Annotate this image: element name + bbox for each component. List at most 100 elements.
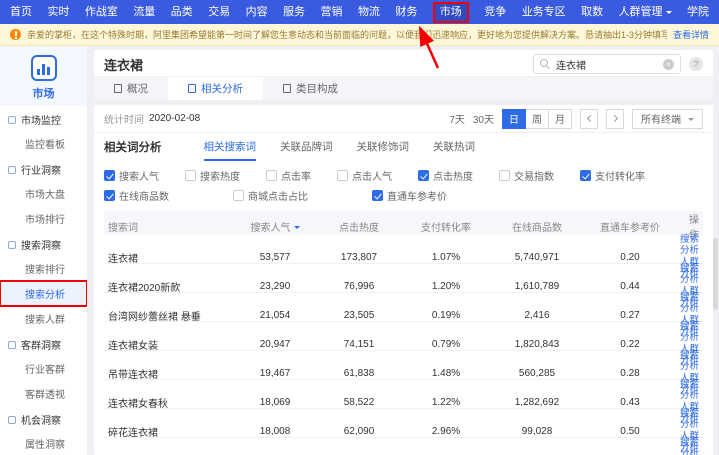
period-day-button[interactable]: 日 xyxy=(502,109,526,129)
header-pay-conversion[interactable]: 支付转化率 xyxy=(402,219,490,234)
cell-pay-conversion: 2.96% xyxy=(402,426,490,437)
sidebar-item-crowd-perspective[interactable]: 客群透视 xyxy=(0,381,87,406)
nav-item-data-fetch[interactable]: 取数 xyxy=(581,0,603,24)
cell-search-term[interactable]: 连衣裙 xyxy=(104,250,234,265)
sidebar-item-industry-crowd[interactable]: 行业客群 xyxy=(0,356,87,381)
nav-item-finance[interactable]: 财务 xyxy=(395,0,417,24)
nav-item-marketing[interactable]: 营销 xyxy=(321,0,343,24)
table-row: 台湾网纱蕾丝裙 悬垂 21,054 23,505 0.19% 2,416 0.2… xyxy=(104,293,703,322)
subtab-related-search-words[interactable]: 相关搜索词 xyxy=(204,133,257,161)
sidebar-group-industry-insight[interactable]: 行业洞察 xyxy=(0,156,87,181)
sidebar-group-market-monitor[interactable]: 市场监控 xyxy=(0,106,87,131)
row-search-analysis-link[interactable]: 搜索分析 xyxy=(680,380,699,402)
filter-click-heat[interactable]: 点击热度 xyxy=(418,168,473,183)
sort-desc-icon xyxy=(294,226,300,232)
row-search-analysis-link[interactable]: 搜索分析 xyxy=(680,351,699,373)
help-icon[interactable]: ? xyxy=(689,57,703,71)
sidebar-item-search-analysis[interactable]: 搜索分析 xyxy=(0,281,87,306)
filter-trade-index[interactable]: 交易指数 xyxy=(499,168,554,183)
terminal-dropdown[interactable]: 所有终端 xyxy=(632,109,703,129)
filter-click-popularity[interactable]: 点击人气 xyxy=(337,168,392,183)
filter-pay-conversion[interactable]: 支付转化率 xyxy=(580,168,645,183)
nav-item-trade[interactable]: 交易 xyxy=(208,0,230,24)
filter-search-popularity[interactable]: 搜索人气 xyxy=(104,168,159,183)
keyword-search-input[interactable] xyxy=(556,59,658,70)
nav-item-realtime[interactable]: 实时 xyxy=(47,0,69,24)
cell-ztc-price: 0.43 xyxy=(584,397,676,408)
nav-item-content[interactable]: 内容 xyxy=(246,0,268,24)
row-search-analysis-link[interactable]: 搜索分析 xyxy=(680,264,699,286)
sidebar-item-attribute-insight[interactable]: 属性洞察 xyxy=(0,431,87,455)
prev-date-button[interactable] xyxy=(580,109,598,129)
sidebar-group-opportunity-insight[interactable]: 机会洞察 xyxy=(0,406,87,431)
row-search-analysis-link[interactable]: 搜索分析 xyxy=(680,235,699,257)
checkbox-icon[interactable] xyxy=(233,190,244,201)
filter-search-heat[interactable]: 搜索热度 xyxy=(185,168,240,183)
subtab-brand-words[interactable]: 关联品牌词 xyxy=(280,133,333,161)
nav-item-service[interactable]: 服务 xyxy=(283,0,305,24)
period-month-button[interactable]: 月 xyxy=(548,109,572,129)
checkbox-icon[interactable] xyxy=(104,190,115,201)
checkbox-icon[interactable] xyxy=(104,170,115,181)
nav-item-traffic[interactable]: 流量 xyxy=(133,0,155,24)
checkbox-icon[interactable] xyxy=(418,170,429,181)
cell-search-term[interactable]: 连衣裙女春秋 xyxy=(104,395,234,410)
range-30d-button[interactable]: 30天 xyxy=(473,111,494,126)
nav-item-crowd-management[interactable]: 人群管理 xyxy=(619,0,672,24)
row-search-analysis-link[interactable]: 搜索分析 xyxy=(680,409,699,431)
subtab-hot-words[interactable]: 关联热词 xyxy=(433,133,475,161)
nav-item-logistics[interactable]: 物流 xyxy=(358,0,380,24)
checkbox-icon[interactable] xyxy=(337,170,348,181)
notice-detail-link[interactable]: 查看详情 xyxy=(673,28,709,41)
nav-item-category[interactable]: 品类 xyxy=(171,0,193,24)
header-search-term[interactable]: 搜索词 xyxy=(104,219,234,234)
nav-item-market[interactable]: 市场 xyxy=(433,2,469,23)
cell-search-term[interactable]: 台湾网纱蕾丝裙 悬垂 xyxy=(104,308,234,323)
tab-related-analysis[interactable]: 相关分析 xyxy=(168,77,263,100)
checkbox-icon[interactable] xyxy=(185,170,196,181)
row-search-analysis-link[interactable]: 搜索分析 xyxy=(680,322,699,344)
cell-search-popularity: 18,069 xyxy=(234,397,316,408)
filter-ztc-price[interactable]: 直通车参考价 xyxy=(372,188,447,203)
header-online-products[interactable]: 在线商品数 xyxy=(490,219,584,234)
row-search-analysis-link[interactable]: 搜索分析 xyxy=(680,293,699,315)
nav-item-home[interactable]: 首页 xyxy=(10,0,32,24)
clear-search-icon[interactable]: × xyxy=(663,59,674,70)
tab-category-composition[interactable]: 类目构成 xyxy=(263,77,358,100)
nav-item-business-zone[interactable]: 业务专区 xyxy=(522,0,566,24)
notice-bar: 亲爱的掌柜，在这个特殊时期，阿里集团希望能第一时间了解您生意动态和当前面临的问题… xyxy=(0,24,719,46)
next-date-button[interactable] xyxy=(606,109,624,129)
cell-search-term[interactable]: 连衣裙2020新款 xyxy=(104,279,234,294)
nav-item-competition[interactable]: 竞争 xyxy=(484,0,506,24)
nav-item-academy[interactable]: 学院 xyxy=(687,0,709,24)
header-ztc-price[interactable]: 直通车参考价 xyxy=(584,219,676,234)
checkbox-icon[interactable] xyxy=(580,170,591,181)
scrollbar[interactable] xyxy=(713,238,718,310)
checkbox-icon[interactable] xyxy=(499,170,510,181)
sidebar-item-market-overview[interactable]: 市场大盘 xyxy=(0,181,87,206)
range-7d-button[interactable]: 7天 xyxy=(449,111,465,126)
checkbox-icon[interactable] xyxy=(372,190,383,201)
cell-search-term[interactable]: 连衣裙女装 xyxy=(104,337,234,352)
sidebar-item-search-ranking[interactable]: 搜索排行 xyxy=(0,256,87,281)
row-search-analysis-link[interactable]: 搜索分析 xyxy=(680,438,699,455)
subtab-modifier-words[interactable]: 关联修饰词 xyxy=(357,133,410,161)
sidebar-group-crowd-insight[interactable]: 客群洞察 xyxy=(0,331,87,356)
nav-item-war-room[interactable]: 作战室 xyxy=(85,0,118,24)
filter-click-rate[interactable]: 点击率 xyxy=(266,168,311,183)
sidebar-item-market-ranking[interactable]: 市场排行 xyxy=(0,206,87,231)
tab-overview[interactable]: 概况 xyxy=(94,77,168,100)
period-week-button[interactable]: 周 xyxy=(525,109,549,129)
chevron-down-icon xyxy=(666,11,672,17)
filter-mall-click-ratio[interactable]: 商城点击占比 xyxy=(233,188,308,203)
cell-search-term[interactable]: 碎花连衣裙 xyxy=(104,424,234,439)
cell-search-term[interactable]: 吊带连衣裙 xyxy=(104,366,234,381)
header-click-heat[interactable]: 点击热度 xyxy=(316,219,402,234)
header-search-popularity[interactable]: 搜索人气 xyxy=(234,219,316,234)
checkbox-icon[interactable] xyxy=(266,170,277,181)
sidebar-item-search-crowd[interactable]: 搜索人群 xyxy=(0,306,87,331)
filter-online-products[interactable]: 在线商品数 xyxy=(104,188,169,203)
sidebar-item-monitor-board[interactable]: 监控看板 xyxy=(0,131,87,156)
keyword-search-box[interactable]: × xyxy=(533,54,681,74)
sidebar-group-search-insight[interactable]: 搜索洞察 xyxy=(0,231,87,256)
